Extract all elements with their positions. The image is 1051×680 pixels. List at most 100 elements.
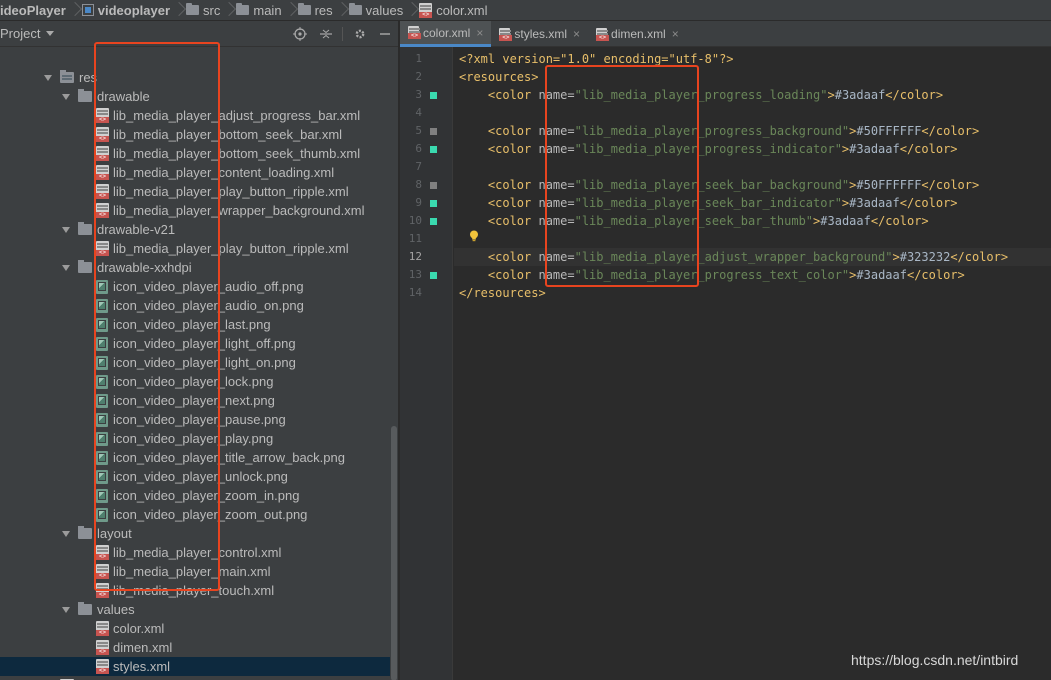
code-line: <?xml version="1.0" encoding="utf-8"?> bbox=[454, 50, 1051, 68]
line-number: 7 bbox=[415, 160, 422, 173]
gear-icon[interactable] bbox=[352, 26, 368, 42]
editor-tabs: color.xml × styles.xml × dimen.xml × bbox=[400, 21, 1051, 47]
lightbulb-icon[interactable] bbox=[469, 230, 479, 242]
breadcrumb-label: ideoPlayer bbox=[0, 2, 66, 18]
breadcrumb: ideoPlayer videoplayer src main res values col… bbox=[0, 0, 1051, 21]
folder-icon bbox=[348, 3, 362, 15]
xml-file-icon bbox=[96, 640, 109, 655]
line-number: 14 bbox=[408, 286, 422, 299]
line-number: 2 bbox=[415, 70, 422, 83]
expand-arrow-icon[interactable] bbox=[44, 74, 52, 81]
code-token: <color bbox=[487, 214, 539, 228]
color-swatch-icon[interactable] bbox=[430, 146, 437, 153]
locate-icon[interactable] bbox=[292, 26, 308, 42]
code-token: </color> bbox=[870, 214, 929, 228]
code-token: <?xml version="1.0" encoding="utf-8"?> bbox=[459, 52, 734, 66]
line-number: 8 bbox=[415, 178, 422, 191]
code-token: #3adaaf bbox=[849, 142, 900, 156]
line-number: 11 bbox=[408, 232, 422, 245]
tree-item[interactable]: color.xml bbox=[0, 619, 390, 638]
folder-icon bbox=[60, 70, 74, 83]
code-line: <color name="lib_media_player_progress_l… bbox=[454, 86, 1051, 104]
breadcrumb-item[interactable]: src bbox=[186, 3, 220, 18]
folder-icon bbox=[186, 3, 200, 15]
color-swatch-icon[interactable] bbox=[430, 218, 437, 225]
tree-item-label: color.xml bbox=[113, 621, 165, 636]
code-token: <color bbox=[487, 196, 539, 210]
tree-item[interactable]: styles.xml bbox=[0, 657, 390, 676]
code-token: #3adaaf bbox=[834, 88, 886, 102]
xml-file-icon bbox=[96, 621, 109, 636]
code-line: <color name="lib_media_player_seek_bar_i… bbox=[454, 194, 1051, 212]
tab-label: dimen.xml bbox=[611, 27, 666, 41]
breadcrumb-item[interactable]: ideoPlayer bbox=[0, 3, 66, 18]
code-token: </color> bbox=[921, 124, 980, 138]
tree-item[interactable]: dimen.xml bbox=[0, 638, 390, 657]
breadcrumb-label: src bbox=[203, 2, 221, 18]
color-swatch-icon[interactable] bbox=[430, 182, 437, 189]
close-icon[interactable]: × bbox=[476, 26, 483, 40]
expand-arrow-icon[interactable] bbox=[62, 264, 70, 271]
breadcrumb-item[interactable]: color.xml bbox=[419, 2, 488, 18]
tab-label: color.xml bbox=[423, 25, 471, 40]
breadcrumb-item[interactable]: main bbox=[236, 2, 282, 18]
xml-file-icon bbox=[419, 2, 433, 18]
module-icon bbox=[81, 4, 94, 16]
editor-tab[interactable]: color.xml × bbox=[400, 21, 492, 47]
code-line: <color name="lib_media_player_progress_i… bbox=[454, 140, 1051, 158]
expand-arrow-icon[interactable] bbox=[62, 226, 70, 233]
breadcrumb-item[interactable]: videoplayer bbox=[81, 3, 170, 18]
code-line: <color name="lib_media_player_progress_b… bbox=[454, 122, 1051, 140]
code-token: <color bbox=[487, 268, 539, 282]
folder-icon bbox=[78, 526, 92, 539]
project-view-selector[interactable]: Project bbox=[0, 26, 40, 41]
close-icon[interactable]: × bbox=[573, 27, 580, 41]
line-number: 6 bbox=[415, 142, 422, 155]
line-number: 5 bbox=[415, 124, 422, 137]
code-token: </color> bbox=[950, 250, 1009, 264]
tab-label: styles.xml bbox=[514, 27, 568, 41]
code-token: </color> bbox=[899, 196, 958, 210]
expand-arrow-icon[interactable] bbox=[62, 530, 70, 537]
breadcrumb-item[interactable]: res bbox=[297, 3, 333, 18]
code-token: </resources> bbox=[459, 286, 546, 300]
editor-tab[interactable]: dimen.xml × bbox=[588, 21, 687, 47]
color-swatch-icon[interactable] bbox=[430, 128, 437, 135]
color-swatch-icon[interactable] bbox=[430, 272, 437, 279]
line-number: 13 bbox=[408, 268, 422, 281]
code-line: <color name="lib_media_player_adjust_wra… bbox=[454, 248, 1051, 266]
expand-arrow-icon[interactable] bbox=[62, 606, 70, 613]
code-token: </color> bbox=[906, 268, 965, 282]
code-token: #323232 bbox=[899, 250, 951, 264]
breadcrumb-label: color.xml bbox=[436, 2, 488, 18]
code-editor[interactable]: <?xml version="1.0" encoding="utf-8"?> <r… bbox=[454, 47, 1051, 680]
code-token: <color bbox=[487, 250, 539, 264]
breadcrumb-item[interactable]: values bbox=[348, 2, 404, 18]
tree-item[interactable]: AndroidManifest.xml bbox=[0, 676, 390, 680]
editor-tab[interactable]: styles.xml × bbox=[491, 21, 588, 47]
code-token: > bbox=[827, 88, 835, 102]
close-icon[interactable]: × bbox=[672, 27, 679, 41]
tree-item[interactable]: values bbox=[0, 600, 390, 619]
chevron-down-icon[interactable] bbox=[46, 31, 55, 36]
folder-icon bbox=[78, 89, 92, 102]
xml-file-icon bbox=[96, 659, 109, 674]
tree-scrollbar[interactable] bbox=[391, 426, 397, 680]
code-token: <color bbox=[487, 124, 539, 138]
code-line: <color name="lib_media_player_progress_t… bbox=[454, 266, 1051, 284]
code-token: > bbox=[892, 250, 900, 264]
breadcrumb-separator bbox=[407, 0, 415, 20]
collapse-all-icon[interactable] bbox=[318, 26, 334, 42]
breadcrumb-label: values bbox=[365, 2, 404, 18]
expand-arrow-icon[interactable] bbox=[62, 93, 70, 100]
color-swatch-icon[interactable] bbox=[430, 200, 437, 207]
color-swatch-icon[interactable] bbox=[430, 92, 437, 99]
line-number: 12 bbox=[408, 250, 422, 263]
breadcrumb-label: main bbox=[253, 2, 282, 18]
hide-panel-icon[interactable] bbox=[377, 26, 393, 42]
